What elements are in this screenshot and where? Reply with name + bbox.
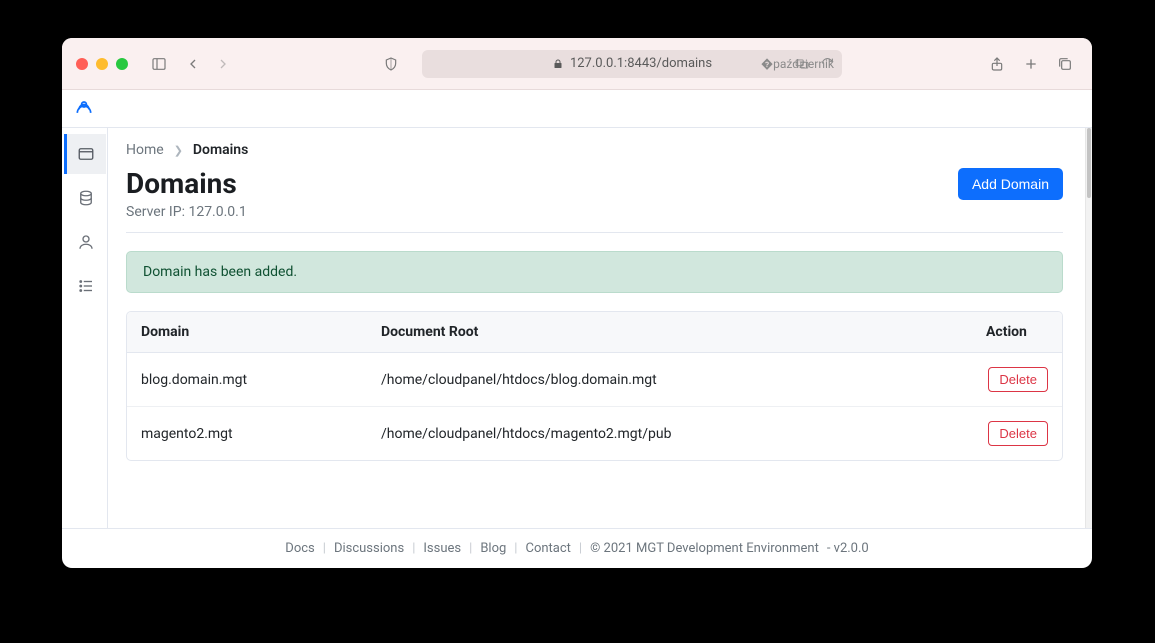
lock-icon xyxy=(552,58,564,70)
minimize-window-button[interactable] xyxy=(96,58,108,70)
translate-icon[interactable] xyxy=(795,57,809,71)
col-header-action: Action xyxy=(972,312,1062,353)
breadcrumb-home[interactable]: Home xyxy=(126,142,164,158)
app-topbar xyxy=(62,90,1092,128)
scrollbar-thumb[interactable] xyxy=(1087,128,1091,198)
footer-copyright: © 2021 MGT Development Environment xyxy=(590,541,819,556)
sidebar-item-databases[interactable] xyxy=(64,178,106,218)
server-ip-label: Server IP: xyxy=(126,204,185,220)
cell-domain[interactable]: magento2.mgt xyxy=(127,407,367,461)
breadcrumb: Home ❯ Domains xyxy=(126,142,1063,158)
col-header-docroot: Document Root xyxy=(367,312,972,353)
cell-docroot: /home/cloudpanel/htdocs/magento2.mgt/pub xyxy=(367,407,972,461)
sidebar-item-users[interactable] xyxy=(64,222,106,262)
back-button[interactable] xyxy=(180,53,206,75)
delete-button[interactable]: Delete xyxy=(988,367,1048,392)
footer-version: - v2.0.0 xyxy=(827,541,869,556)
breadcrumb-current: Domains xyxy=(193,142,248,158)
page-title: Domains xyxy=(126,168,247,200)
chevron-right-icon: ❯ xyxy=(174,144,183,157)
table-row: blog.domain.mgt /home/cloudpanel/htdocs/… xyxy=(127,353,1062,407)
footer-link-contact[interactable]: Contact xyxy=(525,541,570,556)
reload-icon[interactable] xyxy=(821,57,834,70)
server-ip-value: 127.0.0.1 xyxy=(188,204,246,220)
database-icon xyxy=(77,189,95,207)
content-area: Home ❯ Domains Domains Server IP: 127.0.… xyxy=(108,128,1085,528)
add-domain-button[interactable]: Add Domain xyxy=(958,168,1063,200)
delete-button[interactable]: Delete xyxy=(988,421,1048,446)
server-ip-info: Server IP: 127.0.0.1 xyxy=(126,204,247,220)
sidebar-item-domains[interactable] xyxy=(64,134,106,174)
titlebar: 127.0.0.1:8443/domains �październik xyxy=(62,38,1092,90)
share-icon[interactable] xyxy=(984,53,1010,75)
user-icon xyxy=(77,233,95,251)
address-bar[interactable]: 127.0.0.1:8443/domains �październik xyxy=(422,50,842,78)
success-alert: Domain has been added. xyxy=(126,251,1063,293)
app-frame: Home ❯ Domains Domains Server IP: 127.0.… xyxy=(62,90,1092,568)
table-row: magento2.mgt /home/cloudpanel/htdocs/mag… xyxy=(127,407,1062,461)
tabs-overview-icon[interactable] xyxy=(1052,53,1078,75)
window-icon xyxy=(77,145,95,163)
alert-message: Domain has been added. xyxy=(143,264,297,280)
shield-icon[interactable] xyxy=(378,53,404,75)
url-text: 127.0.0.1:8443/domains xyxy=(570,56,712,71)
footer-link-issues[interactable]: Issues xyxy=(423,541,461,556)
maximize-window-button[interactable] xyxy=(116,58,128,70)
footer-link-docs[interactable]: Docs xyxy=(285,541,314,556)
close-window-button[interactable] xyxy=(76,58,88,70)
nav-buttons xyxy=(180,53,236,75)
sidebar xyxy=(62,128,108,528)
domains-table: Domain Document Root Action blog.domain.… xyxy=(126,311,1063,461)
sidebar-item-services[interactable] xyxy=(64,266,106,306)
scrollbar[interactable] xyxy=(1085,128,1092,528)
footer-link-discussions[interactable]: Discussions xyxy=(334,541,404,556)
new-tab-icon[interactable] xyxy=(1018,53,1044,75)
cell-docroot: /home/cloudpanel/htdocs/blog.domain.mgt xyxy=(367,353,972,407)
cell-domain[interactable]: blog.domain.mgt xyxy=(127,353,367,407)
footer-link-blog[interactable]: Blog xyxy=(480,541,506,556)
window-controls xyxy=(76,58,128,70)
app-logo-icon[interactable] xyxy=(74,97,94,121)
sidebar-toggle-icon[interactable] xyxy=(146,53,172,75)
col-header-domain: Domain xyxy=(127,312,367,353)
browser-window: 127.0.0.1:8443/domains �październik xyxy=(62,38,1092,568)
app-main: Home ❯ Domains Domains Server IP: 127.0.… xyxy=(62,128,1092,528)
page-header: Domains Server IP: 127.0.0.1 Add Domain xyxy=(126,168,1063,233)
list-icon xyxy=(77,277,95,295)
forward-button[interactable] xyxy=(210,53,236,75)
footer: Docs | Discussions | Issues | Blog | Con… xyxy=(62,528,1092,568)
